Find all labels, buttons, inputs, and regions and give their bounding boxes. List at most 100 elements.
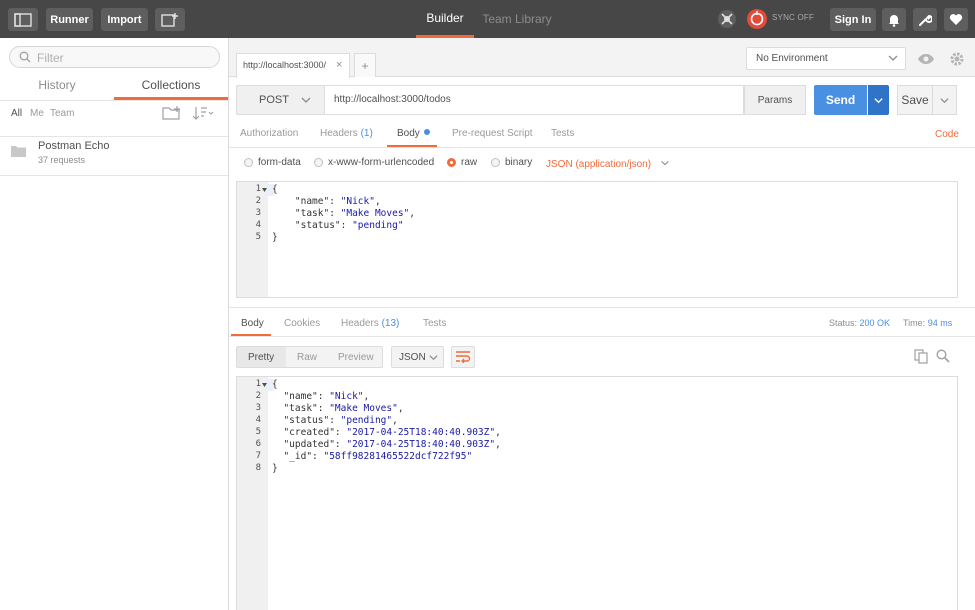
response-time: Time: 94 ms [903, 318, 952, 328]
sign-in-button[interactable]: Sign In [830, 8, 876, 31]
wrap-icon [456, 351, 471, 363]
filter-input[interactable]: Filter [9, 46, 220, 68]
line-number: 1 [255, 379, 261, 389]
radio-circle [314, 158, 323, 167]
line-number: 3 [255, 403, 261, 413]
collection-request-count: 37 requests [38, 155, 86, 165]
divider [229, 307, 975, 308]
format-raw[interactable]: Raw [297, 352, 317, 363]
manage-environments-button[interactable] [945, 47, 968, 70]
radio-circle [244, 158, 253, 167]
language-value: JSON [399, 352, 426, 363]
divider [229, 336, 975, 337]
eye-icon [917, 53, 934, 64]
add-tab-button[interactable]: + [354, 53, 376, 77]
import-button[interactable]: Import [101, 8, 148, 31]
collection-name: Postman Echo [38, 140, 110, 152]
fold-icon [262, 188, 267, 192]
radio-label: raw [461, 157, 478, 168]
response-status: Status: 200 OK [829, 318, 890, 328]
send-options-button[interactable] [868, 85, 889, 115]
sidebar-toggle-button[interactable] [8, 8, 38, 31]
code-line: "_id": "58ff98281465522dcf722f95" [272, 451, 473, 462]
request-body-editor[interactable]: 1 2 3 4 5 { "name": "Nick", "task": "Mak… [236, 181, 958, 298]
sort-button[interactable] [192, 106, 214, 123]
url-input[interactable]: http://localhost:3000/todos [324, 85, 744, 115]
code-line: "task": "Make Moves", [272, 208, 416, 219]
satellite-icon [718, 10, 736, 28]
fold-icon [262, 383, 267, 387]
response-body-viewer[interactable]: 1 2 3 4 5 6 7 8 { "name": "Nick", "task"… [236, 376, 958, 610]
top-bar: Runner Import Builder Team Library SYNC … [0, 0, 975, 38]
tab-authorization[interactable]: Authorization [240, 128, 298, 139]
response-format-group: Pretty Raw Preview [236, 346, 383, 368]
headers-count: (1) [360, 128, 373, 139]
line-number: 2 [255, 391, 261, 401]
new-collection-button[interactable] [162, 105, 182, 124]
request-tab[interactable]: http://localhost:3000/ × [236, 53, 350, 78]
radio-label: x-www-form-urlencoded [328, 157, 435, 168]
divider [229, 147, 975, 148]
code-line: "status": "pending", [272, 415, 398, 426]
response-tab-tests[interactable]: Tests [423, 318, 446, 329]
radio-raw[interactable]: raw [447, 157, 477, 168]
code-line: } [272, 232, 278, 243]
response-tab-cookies[interactable]: Cookies [284, 318, 320, 329]
tab-history[interactable]: History [0, 78, 114, 100]
modified-indicator [423, 129, 430, 135]
radio-urlencoded[interactable]: x-www-form-urlencoded [314, 157, 434, 168]
wrap-lines-button[interactable] [451, 346, 475, 368]
line-number: 3 [255, 208, 261, 218]
radio-binary[interactable]: binary [491, 157, 532, 168]
line-number: 6 [255, 439, 261, 449]
new-tab-window-button[interactable] [155, 8, 185, 31]
settings-button[interactable] [913, 8, 937, 31]
format-pretty[interactable]: Pretty [248, 352, 274, 363]
code-line: "status": "pending" [272, 220, 404, 231]
generate-code-link[interactable]: Code [935, 129, 959, 140]
sync-status-button[interactable] [745, 7, 769, 31]
line-number: 2 [255, 196, 261, 206]
sort-icon [192, 107, 214, 120]
tab-builder[interactable]: Builder [416, 0, 474, 38]
copy-response-button[interactable] [913, 348, 929, 364]
tab-team-library[interactable]: Team Library [480, 0, 554, 38]
collection-item[interactable]: Postman Echo 37 requests [0, 137, 228, 176]
search-response-button[interactable] [935, 348, 951, 364]
tab-pre-request-script[interactable]: Pre-request Script [452, 128, 533, 139]
interceptor-button[interactable] [715, 7, 739, 31]
format-preview[interactable]: Preview [338, 352, 374, 363]
notifications-button[interactable] [882, 8, 906, 31]
line-number: 4 [255, 415, 261, 425]
chevron-down-icon [301, 97, 311, 103]
close-icon[interactable]: × [336, 59, 342, 71]
filter-me[interactable]: Me [30, 108, 44, 119]
tab-body[interactable]: Body [397, 128, 430, 139]
method-value: POST [259, 94, 289, 106]
runner-button[interactable]: Runner [46, 8, 93, 31]
content-type-select[interactable]: JSON (application/json) [546, 158, 670, 170]
response-tab-body[interactable]: Body [241, 318, 264, 329]
save-options-button[interactable] [933, 85, 957, 115]
response-tab-headers[interactable]: Headers (13) [341, 318, 399, 329]
filter-team[interactable]: Team [50, 108, 74, 119]
favorite-button[interactable] [944, 8, 968, 31]
heart-icon [949, 14, 963, 25]
tab-tests[interactable]: Tests [551, 128, 574, 139]
filter-all[interactable]: All [11, 108, 22, 119]
send-button[interactable]: Send [814, 85, 867, 115]
copy-icon [914, 348, 928, 364]
environment-select[interactable]: No Environment [746, 47, 906, 70]
tab-headers-label: Headers [320, 128, 358, 139]
params-button[interactable]: Params [744, 85, 806, 115]
environment-quick-look-button[interactable] [914, 47, 937, 70]
radio-label: form-data [258, 157, 301, 168]
tab-collections[interactable]: Collections [114, 78, 228, 100]
radio-form-data[interactable]: form-data [244, 157, 301, 168]
chevron-down-icon [661, 160, 669, 166]
gear-icon [950, 52, 963, 65]
save-button[interactable]: Save [897, 85, 933, 115]
tab-headers[interactable]: Headers (1) [320, 128, 373, 139]
response-language-select[interactable]: JSON [391, 346, 444, 368]
method-select[interactable]: POST [236, 85, 324, 115]
